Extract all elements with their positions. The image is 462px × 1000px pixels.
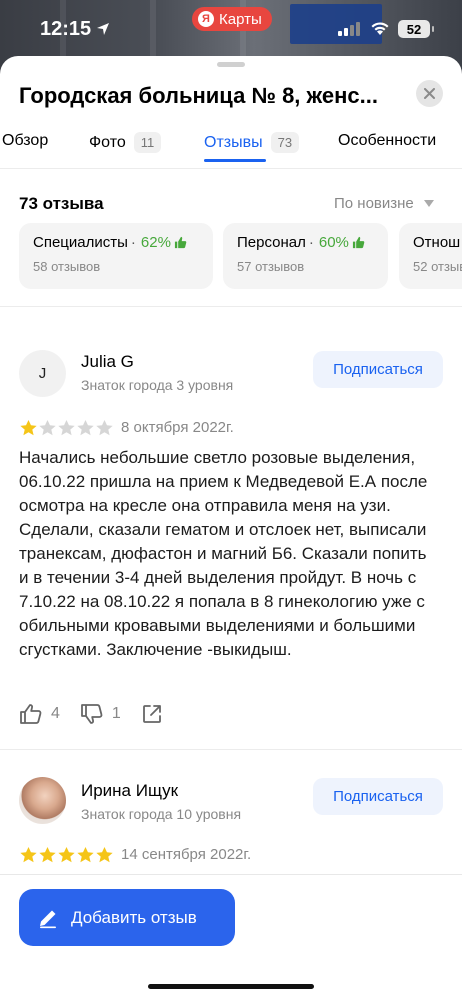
aspect-percent: 60% [318,234,349,251]
star-filled-icon [77,846,94,863]
tab-bar: Обзор Фото 11 Отзывы 73 Особенности [0,128,462,168]
chevron-down-icon [423,200,434,207]
star-filled-icon [58,846,75,863]
sort-dropdown[interactable]: По новизне [334,195,434,212]
tab-label: Фото [89,133,126,151]
aspect-cards: Специалисты · 62% 58 отзывов Персонал · … [19,223,462,289]
page-title: Городская больница № 8, женс... [19,83,378,108]
review-author[interactable]: Julia G [81,352,134,372]
author-level: Знаток города 3 уровня [81,377,234,393]
thumbs-up-icon [174,236,187,249]
star-filled-icon [39,846,56,863]
cellular-signal-icon [338,22,360,36]
review-author[interactable]: Ирина Ищук [81,781,178,801]
review-date: 8 октября 2022г. [121,419,234,436]
aspect-percent: 62% [140,234,171,251]
avatar[interactable]: J [19,350,66,397]
star-filled-icon [20,419,37,436]
tab-overview[interactable]: Обзор [2,132,48,150]
sort-label: По новизне [334,195,414,212]
review-date: 14 сентября 2022г. [121,846,252,863]
yandex-logo-icon: Я [198,11,214,27]
add-review-label: Добавить отзыв [71,907,197,927]
tab-features[interactable]: Особенности [338,132,436,150]
aspect-review-count: 58 отзывов [33,259,101,274]
status-bar: 12:15 Я Карты 52 [0,0,462,60]
aspect-name: Персонал [237,234,306,251]
back-to-maps-badge[interactable]: Я Карты [192,7,272,31]
tab-count-badge: 73 [270,132,300,153]
avatar[interactable] [19,777,66,824]
author-level: Знаток города 10 уровня [81,806,242,822]
organization-sheet: Городская больница № 8, женс... Обзор Фо… [0,56,462,1000]
sheet-grabber[interactable] [217,62,245,67]
star-empty-icon [58,419,75,436]
aspect-card-staff[interactable]: Персонал · 60% 57 отзывов [223,223,388,289]
star-filled-icon [96,846,113,863]
add-review-button[interactable]: Добавить отзыв [19,889,235,946]
tab-photos[interactable]: Фото 11 [89,132,162,153]
rating-stars [19,846,114,864]
aspect-name: Отнош [413,234,461,251]
aspect-review-count: 57 отзывов [237,259,305,274]
pencil-icon [40,910,56,928]
tab-label: Обзор [2,132,49,149]
close-icon [424,88,435,99]
wifi-icon [371,22,389,35]
subscribe-button[interactable]: Подписаться [313,778,443,815]
location-arrow-icon [97,23,109,35]
subscribe-button[interactable]: Подписаться [313,351,443,388]
close-button[interactable] [416,80,443,107]
tab-label: Отзывы [204,133,263,151]
home-indicator[interactable] [148,984,314,989]
like-button[interactable]: 4 [19,703,60,725]
share-icon [142,705,161,723]
aspect-review-count: 52 отзыв [413,259,462,274]
star-empty-icon [96,419,113,436]
review-actions: 4 1 [19,703,191,725]
thumbs-up-icon [352,236,365,249]
star-empty-icon [77,419,94,436]
star-empty-icon [39,419,56,436]
dislike-count: 1 [111,705,121,722]
active-tab-indicator [204,159,266,162]
tab-count-badge: 11 [133,132,162,153]
aspect-card-attitude[interactable]: Отнош 52 отзыв [399,223,462,289]
reviews-count-title: 73 отзыва [19,194,104,213]
star-filled-icon [20,846,37,863]
divider [0,168,462,169]
battery-indicator: 52 [398,20,434,38]
share-button[interactable] [141,703,171,725]
thumbs-down-icon [81,704,103,724]
aspect-card-specialists[interactable]: Специалисты · 62% 58 отзывов [19,223,213,289]
thumbs-up-icon [20,704,42,724]
divider [0,306,462,307]
tab-reviews[interactable]: Отзывы 73 [204,132,300,153]
dislike-button[interactable]: 1 [80,703,121,725]
review-text[interactable]: Начались небольшие светло розовые выделе… [19,446,439,662]
status-time: 12:15 [40,18,92,40]
tab-label: Особенности [338,132,437,149]
rating-stars [19,419,114,437]
aspect-name: Специалисты [33,234,128,251]
like-count: 4 [51,705,60,722]
divider [0,749,462,750]
maps-badge-label: Карты [219,10,262,28]
